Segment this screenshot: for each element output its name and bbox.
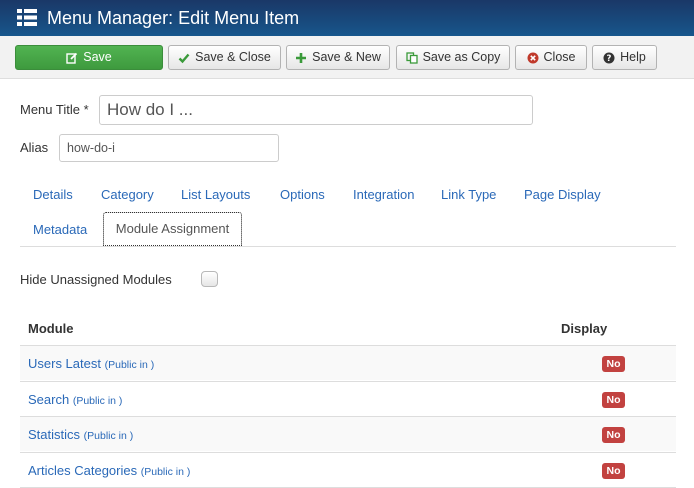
menu-list-icon bbox=[17, 9, 37, 26]
tab-metadata[interactable]: Metadata bbox=[33, 222, 87, 237]
module-link[interactable]: Statistics (Public in ) bbox=[28, 427, 133, 444]
module-name: Users Latest bbox=[28, 356, 101, 371]
app-header: Menu Manager: Edit Menu Item bbox=[0, 0, 694, 36]
check-icon bbox=[178, 52, 190, 64]
tabs-divider bbox=[20, 246, 676, 247]
alias-input[interactable]: how-do-i bbox=[59, 134, 279, 162]
save-new-label: Save & New bbox=[312, 50, 381, 64]
save-new-button[interactable]: Save & New bbox=[286, 45, 390, 70]
tab-options[interactable]: Options bbox=[280, 187, 325, 202]
column-header-display: Display bbox=[561, 321, 608, 336]
module-link[interactable]: Users Latest (Public in ) bbox=[28, 356, 154, 373]
module-access: (Public in ) bbox=[104, 359, 155, 371]
question-circle-icon: ? bbox=[603, 52, 615, 64]
module-access: (Public in ) bbox=[140, 466, 191, 478]
close-button[interactable]: Close bbox=[515, 45, 587, 70]
module-name: Statistics bbox=[28, 427, 81, 442]
table-row: Users Latest (Public in ) No bbox=[20, 345, 676, 380]
tab-link-type[interactable]: Link Type bbox=[441, 187, 496, 202]
save-close-label: Save & Close bbox=[195, 50, 271, 64]
close-circle-icon bbox=[527, 52, 539, 64]
save-copy-button[interactable]: Save as Copy bbox=[396, 45, 510, 70]
help-label: Help bbox=[620, 50, 646, 64]
menu-title-input[interactable]: How do I ... bbox=[99, 95, 533, 125]
alias-label: Alias bbox=[20, 140, 49, 155]
tab-details[interactable]: Details bbox=[33, 187, 73, 202]
page-title: Menu Manager: Edit Menu Item bbox=[47, 8, 300, 28]
module-name: Search bbox=[28, 392, 70, 407]
display-badge[interactable]: No bbox=[602, 463, 625, 479]
tab-page-display[interactable]: Page Display bbox=[524, 187, 601, 202]
close-label: Close bbox=[543, 50, 576, 64]
module-link[interactable]: Articles Categories (Public in ) bbox=[28, 463, 190, 480]
tab-list-layouts[interactable]: List Layouts bbox=[181, 187, 250, 202]
display-badge[interactable]: No bbox=[602, 356, 625, 372]
save-button[interactable]: Save bbox=[15, 45, 163, 70]
tab-integration[interactable]: Integration bbox=[353, 187, 414, 202]
module-access: (Public in ) bbox=[72, 395, 123, 407]
module-name: Articles Categories bbox=[28, 463, 138, 478]
save-copy-label: Save as Copy bbox=[422, 50, 501, 64]
menu-title-label: Menu Title * bbox=[20, 102, 89, 117]
svg-text:?: ? bbox=[607, 54, 612, 64]
display-badge[interactable]: No bbox=[602, 427, 625, 443]
module-access: (Public in ) bbox=[83, 430, 134, 442]
table-row: Search (Public in ) No bbox=[20, 381, 676, 416]
toolbar: Save Save & Close Save & New Save as Cop… bbox=[0, 36, 694, 79]
help-button[interactable]: ? Help bbox=[592, 45, 657, 70]
module-link[interactable]: Search (Public in ) bbox=[28, 392, 122, 409]
hide-unassigned-checkbox[interactable] bbox=[201, 271, 218, 287]
tab-module-assignment[interactable]: Module Assignment bbox=[103, 212, 242, 246]
table-row: Statistics (Public in ) No bbox=[20, 416, 676, 451]
table-row: Articles Categories (Public in ) No bbox=[20, 452, 676, 487]
save-close-button[interactable]: Save & Close bbox=[168, 45, 281, 70]
copy-icon bbox=[405, 51, 418, 64]
edit-icon bbox=[66, 52, 78, 64]
tab-category[interactable]: Category bbox=[101, 187, 154, 202]
save-button-label: Save bbox=[83, 50, 112, 64]
hide-unassigned-label: Hide Unassigned Modules bbox=[20, 272, 172, 287]
display-badge[interactable]: No bbox=[602, 392, 625, 408]
plus-icon bbox=[295, 52, 307, 64]
column-header-module: Module bbox=[28, 321, 74, 336]
